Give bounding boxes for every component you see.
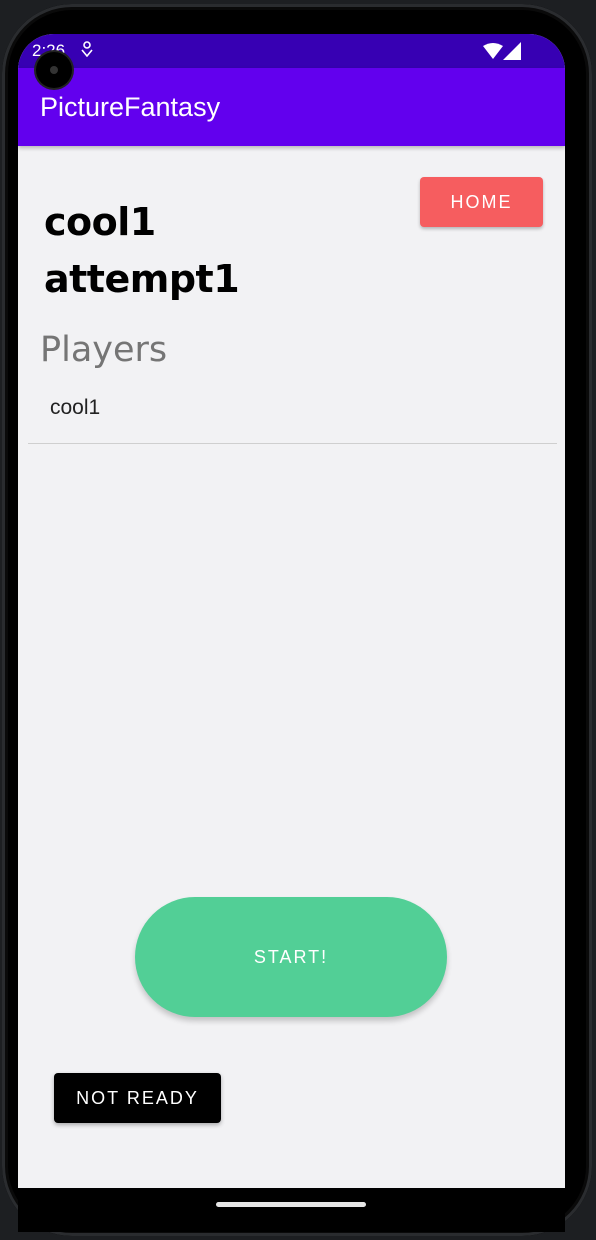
list-item: cool1 <box>50 396 101 419</box>
app-screen: 2:26 PictureFantasy cool1 attempt1 HOME … <box>18 34 565 1206</box>
players-heading: Players <box>40 330 168 370</box>
navigation-bar <box>18 1188 565 1232</box>
room-title-line1: cool1 <box>44 200 156 244</box>
room-title: cool1 attempt1 <box>44 194 404 308</box>
home-indicator[interactable] <box>216 1202 366 1207</box>
room-title-line2: attempt1 <box>44 257 240 301</box>
wifi-icon <box>483 43 503 59</box>
app-title: PictureFantasy <box>40 92 221 122</box>
camera-icon <box>36 52 72 88</box>
start-button[interactable]: START! <box>135 897 447 1017</box>
notification-icon <box>81 41 93 57</box>
signal-icon <box>503 42 521 60</box>
home-button[interactable]: HOME <box>420 177 543 227</box>
app-bar: PictureFantasy <box>18 68 565 146</box>
not-ready-button[interactable]: NOT READY <box>54 1073 221 1123</box>
status-bar: 2:26 <box>18 34 565 68</box>
divider <box>28 443 557 444</box>
